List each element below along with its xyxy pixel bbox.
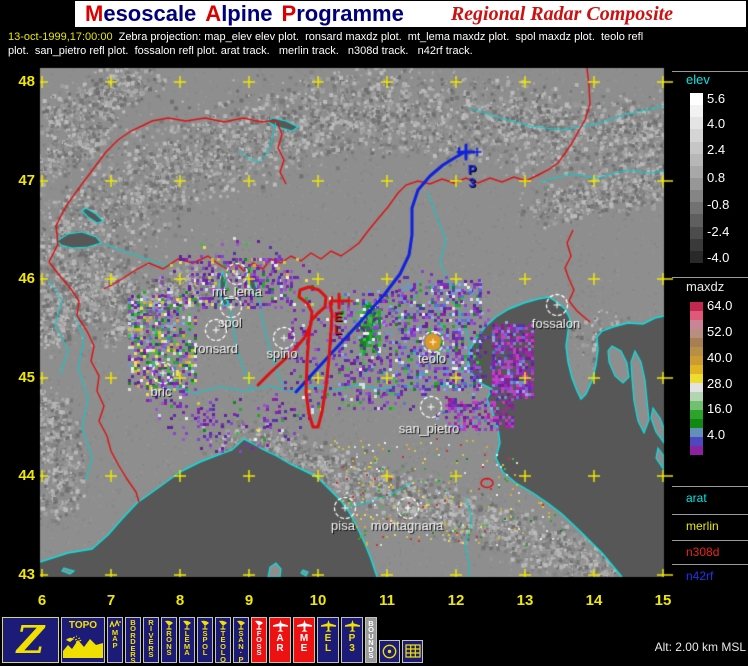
- electra-button-label: EL: [325, 634, 332, 653]
- maxdz-tick-label: 52.0: [707, 324, 732, 339]
- lon-label-11: 11: [372, 592, 402, 609]
- track-legend-merlin: merlin: [686, 519, 719, 533]
- plane-icon: [297, 620, 312, 633]
- maxdz-tick-label: 64.0: [707, 298, 732, 313]
- maxdz-tick-label: 16.0: [707, 401, 732, 416]
- lat-label-47: 47: [5, 172, 35, 189]
- altitude-readout: Alt: 2.00 km MSL: [628, 640, 746, 654]
- lat-label-44: 44: [5, 467, 35, 484]
- electra-button[interactable]: EL: [317, 617, 339, 663]
- rivers-button[interactable]: RIVERS: [143, 617, 159, 663]
- elev-tick-label: -4.0: [707, 250, 729, 265]
- topo-art-icon: [63, 631, 103, 658]
- borders-button-label: BORDERS: [130, 620, 136, 665]
- borders-button[interactable]: BORDERS: [125, 617, 141, 663]
- timestamp: 13-oct-1999,17:00:00: [8, 31, 113, 43]
- title-word: Mesoscale: [85, 1, 196, 26]
- lat-label-43: 43: [5, 566, 35, 583]
- zebra-logo-button[interactable]: Z: [2, 617, 59, 663]
- rivers-button-label: RIVERS: [148, 620, 153, 658]
- sidebar-divider: [672, 71, 748, 72]
- lat-label-48: 48: [5, 73, 35, 90]
- elev-colorbar-label: elev: [686, 72, 710, 87]
- fossalon-button-label: FOSS: [256, 631, 262, 657]
- bounds-button-label: BOUNDS: [368, 621, 374, 659]
- map-button[interactable]: MAP: [107, 617, 123, 663]
- map-canvas[interactable]: [0, 0, 748, 666]
- maxdz-tick-label: 4.0: [707, 427, 725, 442]
- san-pietro-button-label: SAN·P: [238, 631, 243, 663]
- fossalon-button[interactable]: FOSS: [251, 617, 267, 663]
- lon-label-8: 8: [165, 592, 195, 609]
- app-subtitle: Regional Radar Composite: [451, 3, 673, 26]
- toolbar: Z TOPO MAP BORDERS RIVERS RONS LEMA SPOL TEOLO SA…: [2, 616, 423, 663]
- topo-button-label: TOPO: [69, 620, 97, 631]
- plot-description-line1: Zebra projection: map_elev elev plot. ro…: [119, 31, 644, 43]
- title-word: Alpine: [205, 1, 272, 26]
- lon-label-7: 7: [96, 592, 126, 609]
- maxdz-colorbar: [690, 302, 703, 455]
- sidebar-divider: [672, 277, 748, 278]
- arat-button-label: AR: [276, 634, 283, 653]
- lema-button-label: LEMA: [184, 631, 190, 657]
- status-bar: 13-oct-1999,17:00:00 Zebra projection: ma…: [8, 30, 748, 58]
- title-word: Programme: [282, 1, 404, 26]
- grid-button[interactable]: [402, 640, 423, 663]
- maxdz-colorbar-label: maxdz: [686, 279, 724, 294]
- track-legend-n42rf: n42rf: [686, 569, 713, 583]
- circle-dot-icon: [381, 643, 398, 660]
- elev-tick-label: -0.8: [707, 197, 729, 212]
- ronsard-button[interactable]: RONS: [161, 617, 177, 663]
- merlin-button-label: ME: [300, 634, 308, 653]
- plane-icon: [345, 620, 360, 633]
- sidebar-divider: [672, 540, 748, 541]
- elev-tick-label: 4.0: [707, 116, 725, 131]
- spol-button[interactable]: SPOL: [197, 617, 213, 663]
- grid-icon: [405, 644, 421, 658]
- zebra-z-icon: Z: [17, 620, 45, 660]
- app-title: Mesoscale Alpine Programme: [85, 1, 413, 27]
- sidebar-divider: [672, 486, 748, 487]
- elev-colorbar: [690, 93, 703, 263]
- p3-button-label: P3: [349, 634, 356, 653]
- lat-label-45: 45: [5, 369, 35, 386]
- maxdz-tick-label: 28.0: [707, 376, 732, 391]
- lat-label-46: 46: [5, 270, 35, 287]
- p3-button[interactable]: P3: [341, 617, 363, 663]
- elev-tick-label: 0.8: [707, 170, 725, 185]
- lon-label-13: 13: [510, 592, 540, 609]
- track-legend-arat: arat: [686, 491, 707, 505]
- ronsard-button-label: RONS: [166, 631, 172, 657]
- teolo-button-label: TEOLO: [220, 631, 226, 663]
- sun-symbol-button[interactable]: [379, 640, 400, 663]
- elev-tick-label: -2.4: [707, 224, 729, 239]
- lon-label-6: 6: [27, 592, 57, 609]
- zebra-radar-display: Mesoscale Alpine Programme Regional Radar …: [0, 0, 748, 666]
- sidebar-divider: [672, 564, 748, 565]
- lon-label-15: 15: [648, 592, 678, 609]
- plane-icon: [273, 620, 288, 633]
- lon-label-9: 9: [234, 592, 264, 609]
- sidebar-divider: [672, 514, 748, 515]
- lon-label-10: 10: [303, 592, 333, 609]
- bounds-button[interactable]: BOUNDS: [365, 617, 377, 663]
- elev-tick-label: 5.6: [707, 91, 725, 106]
- lon-label-12: 12: [441, 592, 471, 609]
- arat-button[interactable]: AR: [269, 617, 291, 663]
- maxdz-tick-label: 40.0: [707, 350, 732, 365]
- topo-button[interactable]: TOPO: [61, 617, 105, 663]
- title-bar: Mesoscale Alpine Programme Regional Radar …: [75, 1, 746, 27]
- lema-button[interactable]: LEMA: [179, 617, 195, 663]
- merlin-button[interactable]: ME: [293, 617, 315, 663]
- lon-label-14: 14: [579, 592, 609, 609]
- san-pietro-button[interactable]: SAN·P: [233, 617, 249, 663]
- teolo-button[interactable]: TEOLO: [215, 617, 231, 663]
- elev-tick-label: 2.4: [707, 142, 725, 157]
- map-button-label: MAP: [112, 630, 118, 649]
- spol-button-label: SPOL: [202, 631, 208, 657]
- plot-description-line2: plot. san_pietro refl plot. fossalon ref…: [8, 45, 473, 57]
- plane-icon: [321, 620, 336, 633]
- track-legend-n308d: n308d: [686, 545, 719, 559]
